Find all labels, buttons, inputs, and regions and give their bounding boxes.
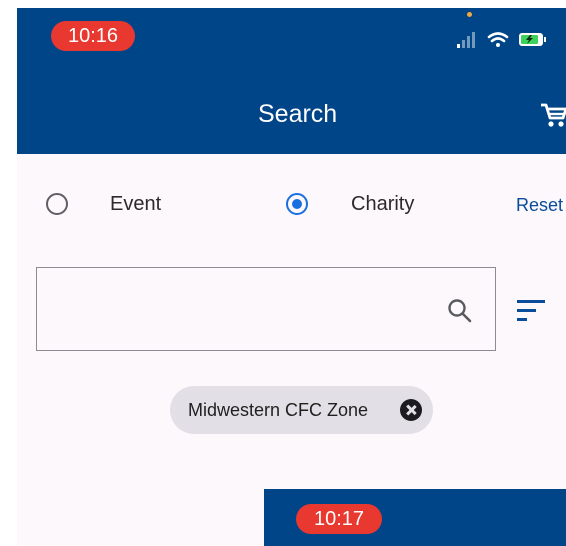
search-type-selector: Event Charity Reset — [17, 184, 566, 224]
charity-radio[interactable] — [286, 193, 308, 215]
filter-chip[interactable]: Midwestern CFC Zone — [170, 386, 433, 434]
app-screen: 10:16 Search Event Charity Reset Midwest… — [17, 8, 566, 546]
overlay-preview: 10:17 — [264, 489, 566, 546]
notification-dot — [467, 12, 472, 17]
search-input[interactable] — [36, 267, 496, 351]
charity-radio-label[interactable]: Charity — [351, 192, 414, 216]
app-header: 10:16 Search — [17, 8, 566, 154]
search-icon[interactable] — [447, 298, 473, 324]
page-title: Search — [258, 100, 338, 128]
close-icon[interactable] — [400, 399, 422, 421]
filter-chip-label: Midwestern CFC Zone — [188, 400, 369, 420]
status-icons — [457, 32, 546, 48]
event-radio-label[interactable]: Event — [110, 192, 161, 216]
header-title-wrap: Search — [17, 96, 566, 132]
reset-button[interactable]: Reset — [516, 194, 563, 216]
status-time: 10:16 — [51, 21, 135, 51]
wifi-icon — [487, 32, 509, 43]
overlay-status-time: 10:17 — [296, 504, 382, 534]
wifi-dot — [496, 43, 500, 47]
battery-icon — [519, 33, 546, 46]
event-radio[interactable] — [46, 193, 68, 215]
cart-icon[interactable] — [539, 100, 566, 130]
filter-icon[interactable] — [517, 300, 547, 322]
signal-icon — [457, 32, 475, 48]
